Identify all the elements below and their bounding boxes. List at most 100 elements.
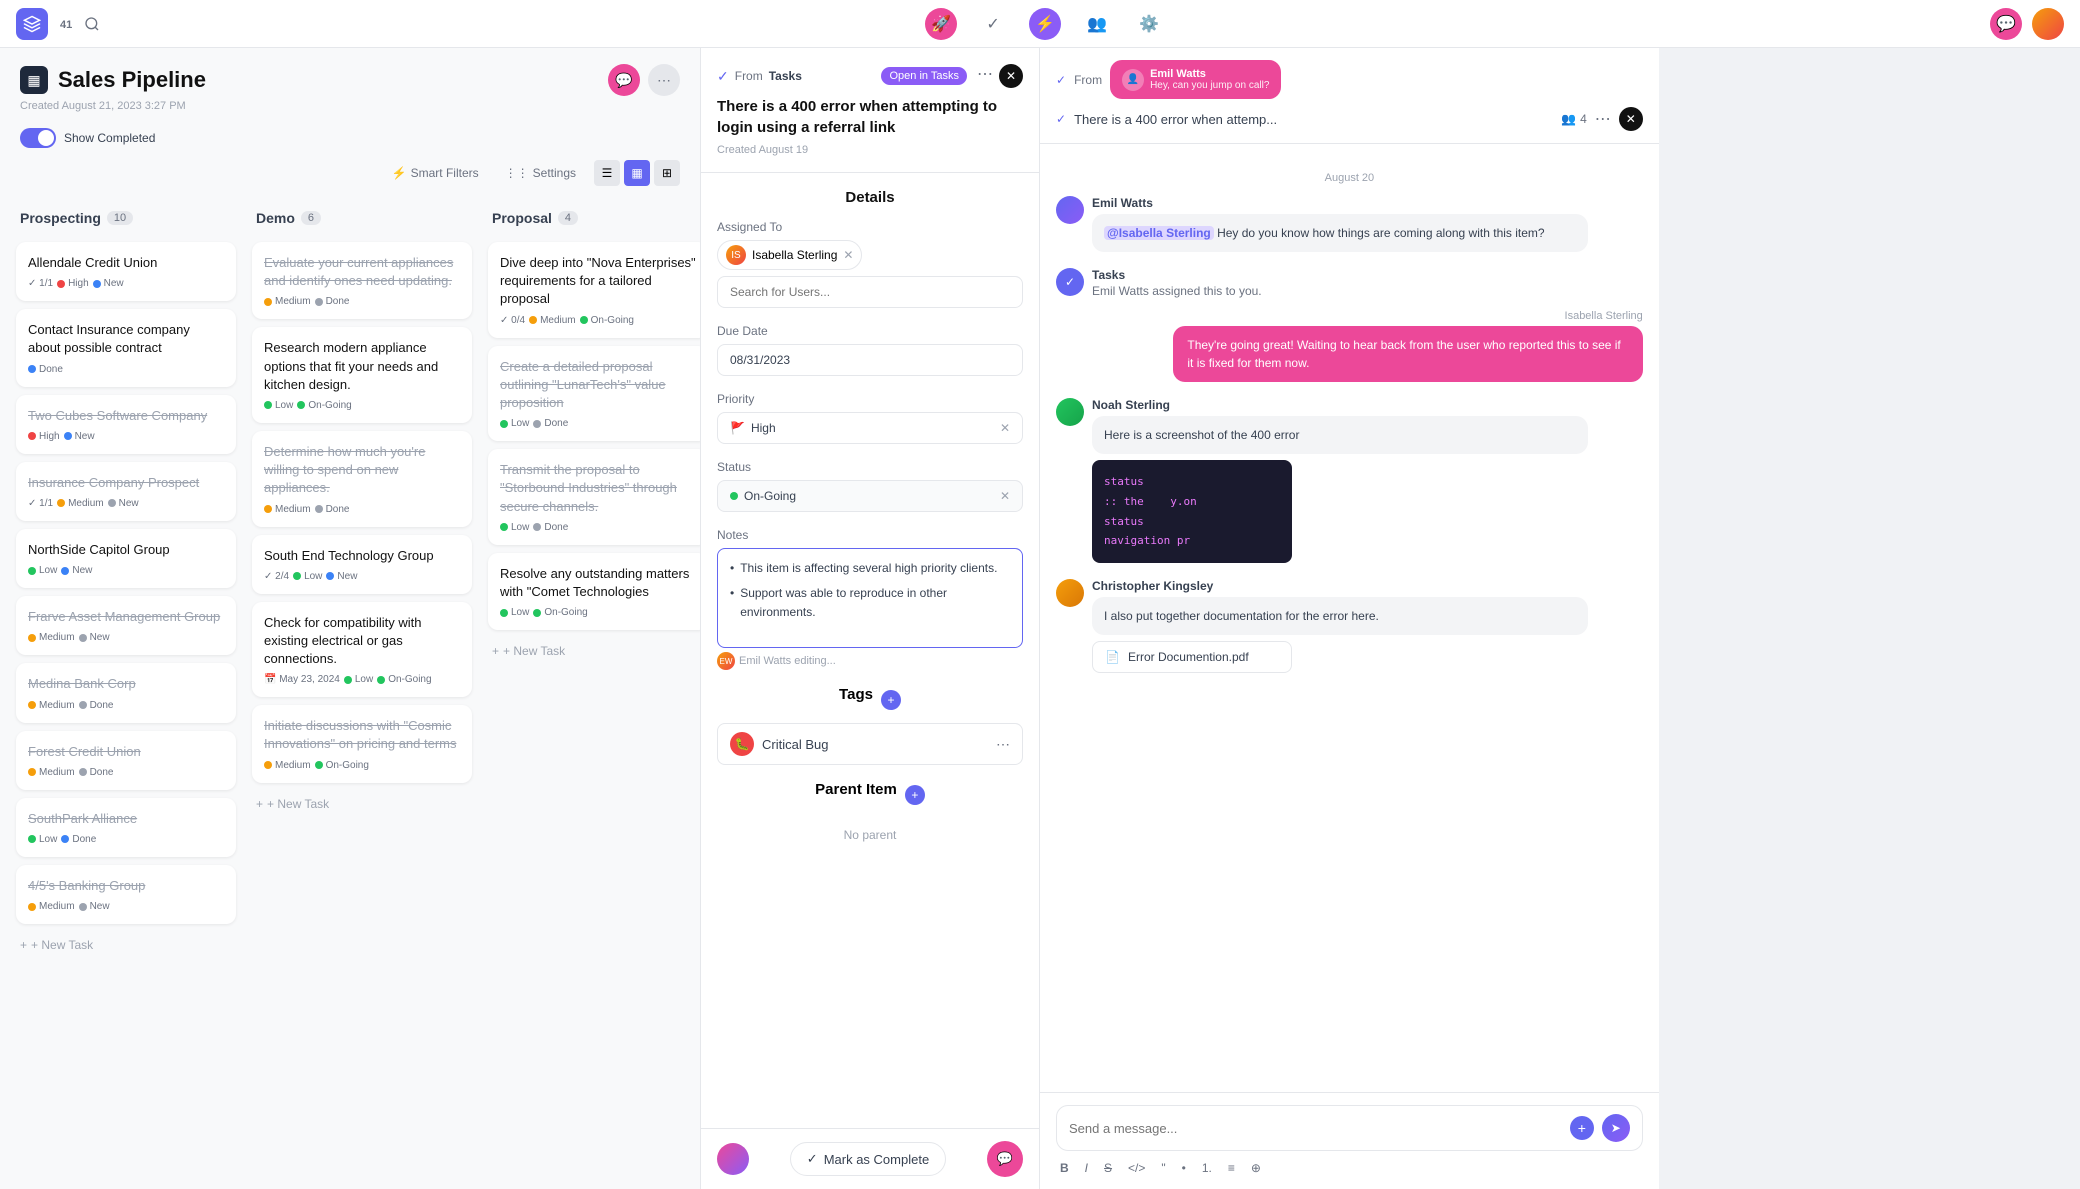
card-two-cubes[interactable]: Two Cubes Software Company High New — [16, 395, 236, 454]
list-view-btn[interactable]: ☰ — [594, 160, 620, 186]
status-dot — [730, 492, 738, 500]
card-comet[interactable]: Resolve any outstanding matters with "Co… — [488, 553, 700, 630]
card-evaluate[interactable]: Evaluate your current appliances and ide… — [252, 242, 472, 319]
card-allendale[interactable]: Allendale Credit Union ✓ 1/1 High New — [16, 242, 236, 301]
column-header-demo: Demo 6 — [252, 202, 472, 234]
pipeline-icon: ▦ — [20, 66, 48, 94]
assignee-chip[interactable]: IS Isabella Sterling ✕ — [717, 240, 862, 270]
card-southpark[interactable]: SouthPark Alliance Low Done — [16, 798, 236, 857]
card-medina[interactable]: Medina Bank Corp Medium Done — [16, 663, 236, 722]
settings-btn[interactable]: ⋮⋮ Settings — [497, 162, 584, 184]
nav-gear-icon[interactable]: ⚙️ — [1133, 8, 1165, 40]
card-determine[interactable]: Determine how much you're willing to spe… — [252, 431, 472, 527]
nav-rocket-icon[interactable]: 🚀 — [925, 8, 957, 40]
strikethrough-btn[interactable]: S — [1100, 1159, 1116, 1177]
numbered-btn[interactable]: 1. — [1198, 1159, 1216, 1177]
card-nova[interactable]: Dive deep into "Nova Enterprises" requir… — [488, 242, 700, 338]
code-btn[interactable]: </> — [1124, 1159, 1149, 1177]
sales-pipeline-panel: ▦ Sales Pipeline 💬 ⋯ Created August 21, … — [0, 48, 700, 1189]
chat-more-btn[interactable]: ⋯ — [1595, 109, 1611, 129]
file-attachment[interactable]: 📄 Error Documention.pdf — [1092, 641, 1292, 673]
panel-controls: Show Completed — [0, 120, 700, 156]
more-format-btn[interactable]: ⊕ — [1247, 1159, 1265, 1177]
task-close-btn[interactable]: ✕ — [999, 64, 1023, 88]
bullet-btn[interactable]: • — [1178, 1159, 1190, 1177]
chat-send-btn[interactable]: ➤ — [1602, 1114, 1630, 1142]
editor-avatar: EW — [717, 652, 735, 670]
remove-status-btn[interactable]: ✕ — [1000, 489, 1010, 503]
notes-editor[interactable]: • This item is affecting several high pr… — [717, 548, 1023, 648]
add-parent-btn[interactable]: + — [905, 785, 925, 805]
date-divider: August 20 — [1056, 172, 1643, 184]
chat-close-btn[interactable]: ✕ — [1619, 107, 1643, 131]
chat-input[interactable] — [1069, 1121, 1562, 1136]
card-storbound[interactable]: Transmit the proposal to "Storbound Indu… — [488, 449, 700, 545]
reply-bubble-isabella: They're going great! Waiting to hear bac… — [1173, 326, 1642, 382]
chat-attach-btn[interactable]: + — [1570, 1116, 1594, 1140]
mark-complete-btn[interactable]: ✓ Mark as Complete — [790, 1142, 946, 1176]
plus-icon: + — [256, 797, 263, 811]
remove-assignee-btn[interactable]: ✕ — [843, 248, 853, 262]
chat-from-card[interactable]: 👤 Emil Watts Hey, can you jump on call? — [1110, 60, 1281, 99]
card-45banking[interactable]: 4/5's Banking Group Medium New — [16, 865, 236, 924]
nav-check-icon[interactable]: ✓ — [977, 8, 1009, 40]
user-avatar[interactable] — [2032, 8, 2064, 40]
open-in-tasks-btn[interactable]: Open in Tasks — [881, 67, 967, 85]
card-south-end[interactable]: South End Technology Group ✓ 2/4 Low New — [252, 535, 472, 594]
new-task-btn-prospecting[interactable]: + + New Task — [16, 932, 236, 958]
table-btn[interactable]: ≡ — [1224, 1159, 1239, 1177]
app-logo[interactable] — [16, 8, 48, 40]
add-tag-btn[interactable]: + — [881, 690, 901, 710]
card-insurance-contact[interactable]: Contact Insurance company about possible… — [16, 309, 236, 386]
card-frarve[interactable]: Frarve Asset Management Group Medium New — [16, 596, 236, 655]
bold-btn[interactable]: B — [1056, 1159, 1073, 1177]
new-task-btn-demo[interactable]: + + New Task — [252, 791, 472, 817]
board-view-btn[interactable]: ▦ — [624, 160, 650, 186]
search-button[interactable] — [84, 16, 100, 32]
card-research[interactable]: Research modern appliance options that f… — [252, 327, 472, 423]
chat-icon[interactable]: 💬 — [1990, 8, 2022, 40]
assignee-avatar: IS — [726, 245, 746, 265]
format-bar: B I S </> " • 1. ≡ ⊕ — [1056, 1151, 1643, 1177]
quote-btn[interactable]: " — [1157, 1159, 1169, 1177]
isabella-reply: Isabella Sterling They're going great! W… — [1056, 310, 1643, 382]
task-title: There is a 400 error when attempting to … — [717, 96, 1023, 138]
message-row-noah: Noah Sterling Here is a screenshot of th… — [1056, 398, 1643, 563]
nav-lightning-icon[interactable]: ⚡ — [1029, 8, 1061, 40]
italic-btn[interactable]: I — [1081, 1159, 1092, 1177]
new-task-btn-proposal[interactable]: + + New Task — [488, 638, 700, 664]
column-proposal: Proposal 4 Dive deep into "Nova Enterpri… — [488, 202, 700, 1173]
nav-people-icon[interactable]: 👥 — [1081, 8, 1113, 40]
reply-sender-isabella: Isabella Sterling — [1056, 310, 1643, 322]
card-lunartech[interactable]: Create a detailed proposal outlining "Lu… — [488, 346, 700, 442]
panel-chat-btn[interactable]: 💬 — [608, 64, 640, 96]
filter-icon: ⚡ — [392, 166, 407, 180]
priority-select[interactable]: 🚩 High ✕ — [717, 412, 1023, 444]
grid-view-btn[interactable]: ⊞ — [654, 160, 680, 186]
column-header-proposal: Proposal 4 — [488, 202, 700, 234]
panel-more-btn[interactable]: ⋯ — [648, 64, 680, 96]
message-sender-emil: Emil Watts — [1092, 196, 1643, 210]
due-date-input[interactable] — [717, 344, 1023, 376]
card-insurance-prospect[interactable]: Insurance Company Prospect ✓ 1/1 Medium … — [16, 462, 236, 521]
task-more-btn[interactable]: ⋯ — [977, 64, 993, 88]
chat-panel: ✓ From 👤 Emil Watts Hey, can you jump on… — [1040, 48, 1659, 1189]
card-northside[interactable]: NorthSide Capitol Group Low New — [16, 529, 236, 588]
tag-chip-critical[interactable]: 🐛 Critical Bug ⋯ — [717, 723, 1023, 765]
card-cosmic[interactable]: Initiate discussions with "Cosmic Innova… — [252, 705, 472, 782]
card-compatibility[interactable]: Check for compatibility with existing el… — [252, 602, 472, 698]
tag-more-btn[interactable]: ⋯ — [996, 736, 1010, 753]
nav-badge[interactable]: 41 — [60, 16, 72, 31]
main-content: ▦ Sales Pipeline 💬 ⋯ Created August 21, … — [0, 48, 1659, 1189]
column-header-prospecting: Prospecting 10 — [16, 202, 236, 234]
smart-filters-btn[interactable]: ⚡ Smart Filters — [384, 162, 487, 184]
kanban-board: Prospecting 10 Allendale Credit Union ✓ … — [0, 194, 700, 1189]
status-select[interactable]: On-Going ✕ — [717, 480, 1023, 512]
remove-priority-btn[interactable]: ✕ — [1000, 421, 1010, 435]
task-icon: ✓ — [1056, 112, 1066, 126]
task-created: Created August 19 — [717, 144, 1023, 156]
user-search-input[interactable] — [717, 276, 1023, 308]
task-chat-btn[interactable]: 💬 — [987, 1141, 1023, 1177]
show-completed-toggle[interactable] — [20, 128, 56, 148]
card-forest[interactable]: Forest Credit Union Medium Done — [16, 731, 236, 790]
